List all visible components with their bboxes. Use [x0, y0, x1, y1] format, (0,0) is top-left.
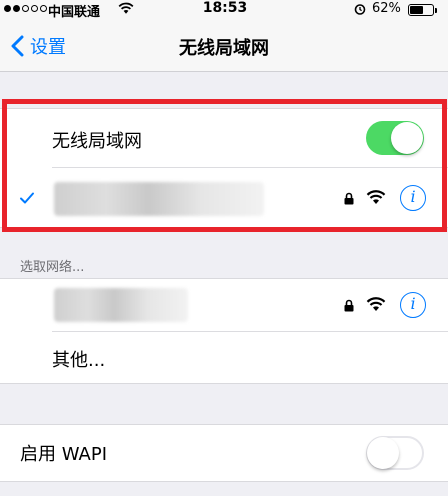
network-row[interactable]: i: [0, 279, 448, 331]
wifi-icon: [366, 297, 386, 311]
connected-network-row[interactable]: i: [0, 168, 448, 228]
status-wifi-icon: [118, 2, 134, 14]
choose-network-header: 选取网络...: [20, 260, 85, 275]
page-title: 无线局域网: [179, 38, 269, 59]
network-name-obscured: [54, 288, 188, 322]
alarm-icon: [354, 4, 366, 15]
other-network-label: 其他...: [52, 350, 106, 371]
status-time: 18:53: [202, 0, 248, 16]
navigation-bar: 设置 无线局域网: [0, 20, 448, 72]
wlan-toggle-label: 无线局域网: [52, 131, 142, 152]
lock-icon: [344, 299, 354, 312]
wapi-label: 启用 WAPI: [20, 444, 108, 465]
info-icon[interactable]: i: [400, 185, 426, 211]
wapi-toggle-row: 启用 WAPI: [0, 425, 448, 481]
other-network-row[interactable]: 其他...: [0, 332, 448, 384]
signal-strength-icon: [4, 5, 47, 12]
network-name-obscured: [54, 182, 264, 216]
wifi-icon: [366, 190, 386, 204]
lock-icon: [344, 192, 354, 205]
wapi-toggle[interactable]: [366, 436, 424, 470]
info-icon[interactable]: i: [400, 292, 426, 318]
wapi-group: 启用 WAPI: [0, 424, 448, 482]
status-bar: 中国联通 18:53 62%: [0, 0, 448, 20]
wlan-toggle-row: 无线局域网: [0, 109, 448, 167]
battery-icon: [408, 4, 437, 16]
battery-percent: 62%: [372, 1, 401, 16]
wlan-toggle[interactable]: [366, 121, 424, 155]
checkmark-icon: [20, 192, 34, 204]
choose-network-group: i 其他...: [0, 278, 448, 384]
carrier-name: 中国联通: [48, 5, 101, 20]
wlan-group: 无线局域网 i: [0, 108, 448, 228]
